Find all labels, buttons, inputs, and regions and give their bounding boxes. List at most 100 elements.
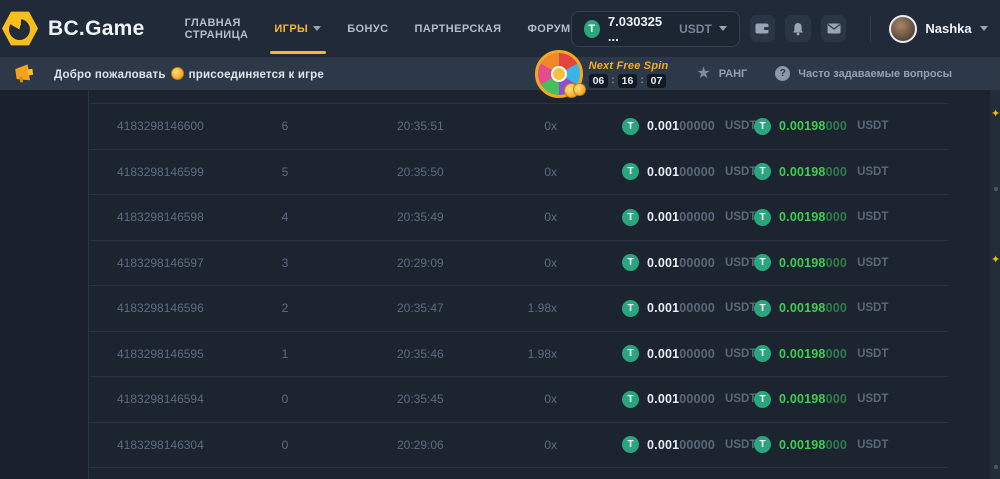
multiplier-cell: 0x xyxy=(544,195,557,240)
tether-icon: T xyxy=(622,254,639,271)
bet-id-cell: 4183298146598 xyxy=(117,195,204,240)
bet-amount-cell: T 0.00100000 USDT xyxy=(622,241,756,286)
time-cell: 20:29:05 xyxy=(397,468,444,479)
announcement-right: Next Free Spin 06 : 16 : 07 ★ РАНГ ? Час… xyxy=(535,50,952,98)
bet-history-row[interactable]: 4183298146595 1 20:35:46 1.98x T 0.00100… xyxy=(89,331,948,377)
bet-history-row[interactable]: 4183298146303 0 20:29:05 0x T 0.00100000… xyxy=(89,467,948,479)
bet-history-row[interactable]: 4183298146599 5 20:35:50 0x T 0.00100000… xyxy=(89,149,948,195)
tether-icon: T xyxy=(754,209,771,226)
payout-amount-cell: T 0.00198000 USDT xyxy=(754,377,888,422)
coins-icon xyxy=(564,84,586,98)
user-avatar xyxy=(889,15,917,43)
bet-amount-cell: T 0.00100000 USDT xyxy=(622,195,756,240)
mail-icon xyxy=(827,23,841,34)
balance-amount: 7.030325 ... xyxy=(608,14,670,44)
tether-icon: T xyxy=(754,391,771,408)
tether-icon: T xyxy=(754,436,771,453)
welcome-message: Добро пожаловатьприсоединяется к игре xyxy=(54,67,324,81)
bet-id-cell: 4183298146600 xyxy=(117,104,204,149)
payout-amount-cell: T 0.00198000 USDT xyxy=(754,150,888,195)
round-cell: 2 xyxy=(259,286,311,331)
messages-button[interactable] xyxy=(821,15,847,42)
wallet-button[interactable] xyxy=(750,15,776,42)
bet-amount-cell: T 0.00100000 USDT xyxy=(622,423,756,468)
round-cell: 6 xyxy=(259,104,311,149)
bet-id-cell: 4183298146595 xyxy=(117,332,204,377)
nav-label: БОНУС xyxy=(347,23,388,35)
bet-id-cell: 4183298146599 xyxy=(117,150,204,195)
time-cell: 20:35:46 xyxy=(397,332,444,377)
tether-icon: T xyxy=(754,118,771,135)
currency-label: USDT xyxy=(725,211,756,223)
bet-amount-cell: T 0.00100000 USDT xyxy=(622,377,756,422)
payout-amount-cell: T 0.00000000 USDT xyxy=(754,468,888,479)
nav-item-home[interactable]: ГЛАВНАЯ СТРАНИЦА xyxy=(185,0,249,57)
star-icon: ★ xyxy=(696,66,710,82)
bc-game-logo-icon xyxy=(2,11,38,47)
free-spin-widget[interactable]: Next Free Spin 06 : 16 : 07 xyxy=(535,50,669,98)
announcement-bar: Добро пожаловатьприсоединяется к игре Ne… xyxy=(0,57,1000,90)
time-cell: 20:29:09 xyxy=(397,241,444,286)
tether-icon: T xyxy=(584,20,600,38)
brand-logo[interactable]: BC.Game xyxy=(2,11,145,47)
brand-title: BC.Game xyxy=(48,17,145,41)
time-cell: 20:35:51 xyxy=(397,104,444,149)
notifications-button[interactable] xyxy=(785,15,811,42)
bet-amount-cell: T 0.00100000 USDT xyxy=(622,150,756,195)
tether-icon: T xyxy=(754,345,771,362)
sparkle-icon: ✦ xyxy=(991,109,1000,120)
round-cell: 4 xyxy=(259,195,311,240)
currency-label: USDT xyxy=(725,393,756,405)
round-cell: 0 xyxy=(259,377,311,422)
bet-history-row[interactable]: 4183298146596 2 20:35:47 1.98x T 0.00100… xyxy=(89,285,948,331)
bet-history-row[interactable]: 4183298146597 3 20:29:09 0x T 0.00100000… xyxy=(89,240,948,286)
nav-item-forum[interactable]: ФОРУМ xyxy=(527,0,570,57)
currency-label: USDT xyxy=(725,257,756,269)
balance-selector[interactable]: T 7.030325 ... USDT xyxy=(571,11,740,47)
timer-seconds: 07 xyxy=(647,74,667,88)
currency-label: USDT xyxy=(725,439,756,451)
time-cell: 20:35:47 xyxy=(397,286,444,331)
bet-history-row[interactable]: 4183298146600 6 20:35:51 0x T 0.00100000… xyxy=(89,103,948,149)
megaphone-icon xyxy=(10,60,37,87)
bet-amount-cell: T 0.00100000 USDT xyxy=(622,286,756,331)
nav-label: ФОРУМ xyxy=(527,23,570,35)
bell-icon xyxy=(791,22,805,36)
currency-label: USDT xyxy=(725,348,756,360)
faq-label: Часто задаваемые вопросы xyxy=(798,68,952,80)
time-cell: 20:35:45 xyxy=(397,377,444,422)
coin-icon xyxy=(171,67,184,80)
faq-link[interactable]: ? Часто задаваемые вопросы xyxy=(775,66,952,81)
tether-icon: T xyxy=(622,118,639,135)
nav-item-bonus[interactable]: БОНУС xyxy=(347,0,388,57)
bet-history-row[interactable]: 4183298146304 0 20:29:06 0x T 0.00100000… xyxy=(89,422,948,468)
currency-label: USDT xyxy=(857,211,888,223)
user-name: Nashka xyxy=(925,21,971,36)
round-cell: 5 xyxy=(259,150,311,195)
currency-label: USDT xyxy=(857,348,888,360)
round-cell: 0 xyxy=(259,423,311,468)
bc-game-page: BC.Game ГЛАВНАЯ СТРАНИЦА ИГРЫ БОНУС ПАРТ… xyxy=(0,0,1000,479)
active-tab-underline xyxy=(270,51,326,54)
bet-history-row[interactable]: 4183298146594 0 20:35:45 0x T 0.00100000… xyxy=(89,376,948,422)
user-menu[interactable]: Nashka xyxy=(889,15,987,43)
timer-separator: : xyxy=(640,75,643,86)
timer-separator: : xyxy=(611,75,614,86)
payout-amount-cell: T 0.00198000 USDT xyxy=(754,423,888,468)
navbar-divider xyxy=(870,16,871,42)
nav-item-games[interactable]: ИГРЫ xyxy=(274,0,321,57)
rank-link[interactable]: ★ РАНГ xyxy=(696,66,747,82)
currency-label: USDT xyxy=(857,166,888,178)
time-cell: 20:35:50 xyxy=(397,150,444,195)
tether-icon: T xyxy=(622,163,639,180)
bet-amount-cell: T 0.00100000 USDT xyxy=(622,468,756,479)
chevron-down-icon xyxy=(719,26,727,31)
payout-amount-cell: T 0.00198000 USDT xyxy=(754,332,888,377)
currency-label: USDT xyxy=(857,257,888,269)
tether-icon: T xyxy=(622,209,639,226)
multiplier-cell: 1.98x xyxy=(528,286,557,331)
bet-history-row[interactable]: 4183298146598 4 20:35:49 0x T 0.00100000… xyxy=(89,194,948,240)
bet-id-cell: 4183298146303 xyxy=(117,468,204,479)
nav-item-affiliate[interactable]: ПАРТНЕРСКАЯ xyxy=(414,0,501,57)
welcome-prefix: Добро пожаловать xyxy=(54,69,166,81)
